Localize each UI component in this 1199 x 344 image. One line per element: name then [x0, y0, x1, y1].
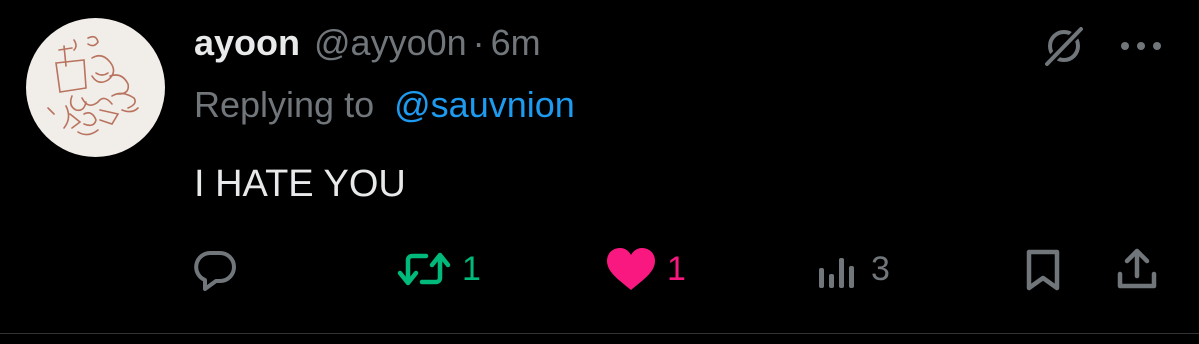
retweet-count: 1 [462, 249, 481, 288]
reply-button[interactable] [192, 244, 238, 294]
avatar-sketch-image [47, 35, 139, 136]
replying-to-line: Replying to @sauvnion [194, 84, 575, 126]
replying-to-label: Replying to [194, 84, 375, 125]
reply-mention-link[interactable]: @sauvnion [394, 84, 575, 125]
more-options-icon[interactable] [1117, 22, 1165, 70]
tweet-text: I HATE YOU [194, 163, 406, 205]
views-button[interactable]: 3 [815, 244, 890, 294]
share-button[interactable] [1114, 244, 1160, 294]
action-bar: 1 1 3 [0, 244, 1199, 294]
tweet-header: ayoon @ayyo0n · 6m [194, 18, 541, 68]
speech-bubble-icon [194, 251, 236, 291]
like-count: 1 [667, 249, 686, 288]
tweet[interactable]: ayoon @ayyo0n · 6m Replying to @sauvnion… [0, 0, 1199, 344]
tweet-divider [0, 333, 1199, 334]
timestamp[interactable]: 6m [491, 22, 541, 64]
heart-icon [607, 248, 655, 290]
grok-icon[interactable] [1040, 22, 1088, 70]
author-handle[interactable]: @ayyo0n [314, 22, 467, 64]
retweet-button[interactable]: 1 [396, 244, 481, 294]
separator-dot: · [472, 22, 485, 63]
bookmark-button[interactable] [1020, 244, 1066, 294]
share-icon [1117, 248, 1157, 289]
like-button[interactable]: 1 [605, 244, 686, 294]
views-count: 3 [871, 249, 890, 288]
avatar[interactable] [26, 18, 165, 157]
bookmark-icon [1026, 249, 1060, 291]
bar-chart-icon [819, 258, 854, 288]
author-name[interactable]: ayoon [194, 22, 300, 64]
retweet-icon [397, 252, 451, 286]
